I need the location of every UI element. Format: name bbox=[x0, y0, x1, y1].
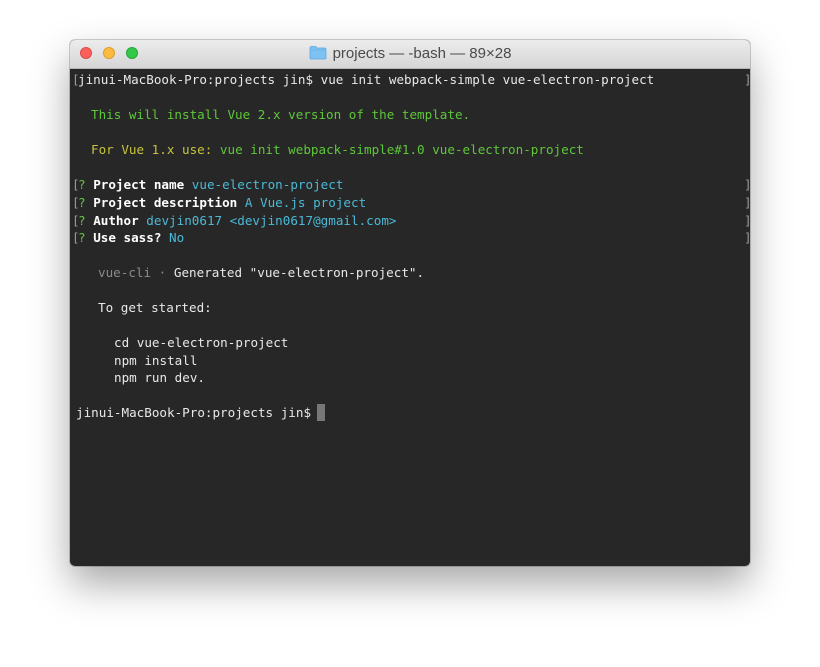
separator: · bbox=[158, 265, 167, 280]
command-text: vue init webpack-simple vue-electron-pro… bbox=[320, 72, 655, 87]
window-title: projects — -bash — 89×28 bbox=[70, 45, 750, 62]
window-title-text: projects — -bash — 89×28 bbox=[332, 45, 512, 62]
generated-line: vue-cli · Generated "vue-electron-projec… bbox=[98, 264, 424, 282]
question-marker: ? bbox=[78, 177, 86, 192]
question-answer: vue-electron-project bbox=[191, 177, 344, 192]
question-row: ? Use sass? No bbox=[78, 229, 184, 247]
terminal-window: projects — -bash — 89×28 [ jinui-MacBook… bbox=[70, 40, 750, 566]
install-notice: This will install Vue 2.x version of the… bbox=[91, 107, 471, 122]
cli-name: vue-cli bbox=[98, 265, 152, 280]
line-marker-right: ] bbox=[744, 176, 750, 194]
question-label: Use sass? bbox=[93, 230, 162, 245]
question-answer: No bbox=[169, 230, 185, 245]
question-marker: ? bbox=[78, 213, 86, 228]
text-cursor bbox=[317, 404, 326, 421]
step-line: cd vue-electron-project bbox=[114, 335, 289, 350]
vue1-command: vue init webpack-simple#1.0 vue-electron… bbox=[219, 142, 584, 157]
generated-text: Generated "vue-electron-project". bbox=[173, 265, 425, 280]
question-answer: devjin0617 <devjin0617@gmail.com> bbox=[146, 213, 397, 228]
title-bar[interactable]: projects — -bash — 89×28 bbox=[70, 40, 750, 69]
folder-icon bbox=[309, 46, 326, 60]
line-marker-right: ] bbox=[744, 212, 750, 230]
prompt: jinui-MacBook-Pro:projects jin$ bbox=[78, 72, 314, 87]
vue1-label: For Vue 1.x use: bbox=[91, 142, 213, 157]
command-line: jinui-MacBook-Pro:projects jin$ vue init… bbox=[78, 71, 654, 89]
line-marker-right: ] bbox=[744, 194, 750, 212]
vue1-hint: For Vue 1.x use: vue init webpack-simple… bbox=[91, 141, 584, 159]
terminal-content[interactable]: [ jinui-MacBook-Pro:projects jin$ vue in… bbox=[70, 69, 750, 566]
question-label: Project description bbox=[93, 195, 238, 210]
question-row: ? Author devjin0617 <devjin0617@gmail.co… bbox=[78, 212, 397, 230]
question-label: Project name bbox=[93, 177, 185, 192]
final-prompt-line[interactable]: jinui-MacBook-Pro:projects jin$ bbox=[76, 404, 326, 422]
question-row: ? Project name vue-electron-project bbox=[78, 176, 343, 194]
question-marker: ? bbox=[78, 195, 86, 210]
question-label: Author bbox=[93, 213, 139, 228]
step-line: npm run dev. bbox=[114, 370, 205, 385]
step-line: npm install bbox=[114, 353, 198, 368]
question-row: ? Project description A Vue.js project bbox=[78, 194, 366, 212]
question-answer: A Vue.js project bbox=[244, 195, 367, 210]
line-marker-right: ] bbox=[744, 71, 750, 89]
get-started: To get started: bbox=[98, 300, 212, 315]
final-prompt: jinui-MacBook-Pro:projects jin$ bbox=[76, 405, 312, 420]
line-marker-right: ] bbox=[744, 229, 750, 247]
question-marker: ? bbox=[78, 230, 86, 245]
